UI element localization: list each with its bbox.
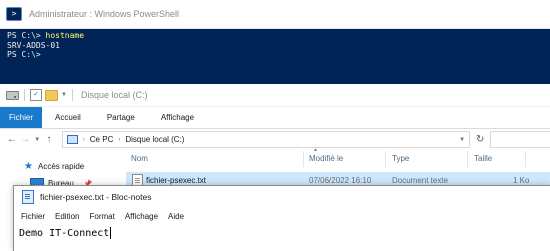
nav-item-label: Accès rapide <box>38 162 85 171</box>
nav-item-quick-access[interactable]: ★ Accès rapide <box>24 158 93 175</box>
tab-affichage[interactable]: Affichage <box>148 107 207 128</box>
toolbar-divider <box>71 89 73 101</box>
star-icon: ★ <box>24 161 33 172</box>
console-command: hostname <box>45 31 85 40</box>
new-folder-icon[interactable] <box>45 89 58 101</box>
notepad-text-area[interactable]: Demo IT-Connect <box>14 225 550 239</box>
drive-icon <box>6 90 19 100</box>
console-line: SRV-ADDS-01 <box>7 40 60 50</box>
notepad-content: Demo IT-Connect <box>19 227 110 239</box>
file-type: Document texte <box>392 176 449 185</box>
computer-icon <box>66 135 78 144</box>
refresh-icon[interactable]: ↻ <box>476 134 484 145</box>
address-bar[interactable]: › Ce PC › Disque local (C:) ▼ <box>61 131 471 148</box>
sort-caret-icon: ▲ <box>313 147 318 153</box>
notepad-titlebar[interactable]: fichier-psexec.txt - Bloc-notes <box>14 186 550 208</box>
ribbon-tabs: Fichier Accueil Partage Affichage <box>0 107 550 129</box>
chevron-down-icon[interactable]: ▼ <box>459 137 465 143</box>
menu-affichage[interactable]: Affichage <box>120 212 163 221</box>
console-line: PS C:\> <box>7 50 41 59</box>
explorer-titlebar[interactable]: ✓ ▼ Disque local (C:) <box>0 84 550 107</box>
chevron-right-icon[interactable]: › <box>83 137 85 143</box>
powershell-title: Administrateur : Windows PowerShell <box>29 9 180 19</box>
file-name: fichier-psexec.txt <box>146 176 207 185</box>
notepad-icon <box>22 190 34 204</box>
column-header-type[interactable]: Type <box>392 154 409 163</box>
text-cursor <box>110 227 112 239</box>
powershell-window[interactable]: > Administrateur : Windows PowerShell PS… <box>0 0 550 84</box>
column-divider[interactable] <box>303 151 304 167</box>
notepad-window[interactable]: fichier-psexec.txt - Bloc-notes Fichier … <box>13 185 550 251</box>
powershell-icon: > <box>6 7 22 21</box>
column-header-name[interactable]: Nom <box>131 154 148 163</box>
toolbar-divider <box>24 89 25 101</box>
menu-format[interactable]: Format <box>84 212 119 221</box>
navigation-bar: ← → ▼ ↑ › Ce PC › Disque local (C:) ▼ ↻ <box>0 129 550 150</box>
back-arrow-icon[interactable]: ← <box>5 134 19 145</box>
tab-fichier[interactable]: Fichier <box>0 107 43 128</box>
breadcrumb-local-disk[interactable]: Disque local (C:) <box>125 135 184 144</box>
chevron-right-icon[interactable]: › <box>118 137 120 143</box>
notepad-menubar: Fichier Edition Format Affichage Aide <box>14 208 550 225</box>
column-headers: ▲ Nom Modifié le Type Taille <box>125 147 550 167</box>
customize-toolbar-icon[interactable]: ▼ <box>61 92 67 98</box>
properties-icon[interactable]: ✓ <box>30 89 42 101</box>
column-header-modified[interactable]: Modifié le <box>309 154 343 163</box>
up-arrow-icon[interactable]: ↑ <box>42 134 56 145</box>
powershell-titlebar[interactable]: > Administrateur : Windows PowerShell <box>0 0 550 29</box>
forward-arrow-icon[interactable]: → <box>19 134 33 145</box>
recent-locations-icon[interactable]: ▼ <box>32 137 42 143</box>
quick-access-toolbar: ✓ ▼ <box>6 89 75 101</box>
tab-partage[interactable]: Partage <box>94 107 148 128</box>
column-header-size[interactable]: Taille <box>474 154 492 163</box>
console-line: PS C:\> hostname <box>7 31 85 40</box>
column-divider[interactable] <box>467 151 468 167</box>
tab-accueil[interactable]: Accueil <box>42 107 94 128</box>
explorer-title: Disque local (C:) <box>80 90 148 100</box>
file-modified: 07/06/2022 16:10 <box>309 176 372 185</box>
notepad-title: fichier-psexec.txt - Bloc-notes <box>40 192 152 202</box>
column-divider[interactable] <box>525 151 526 167</box>
menu-fichier[interactable]: Fichier <box>16 212 50 221</box>
search-input[interactable] <box>490 131 550 148</box>
column-divider[interactable] <box>385 151 386 167</box>
menu-edition[interactable]: Edition <box>50 212 84 221</box>
breadcrumb-this-pc[interactable]: Ce PC <box>90 135 114 144</box>
powershell-console[interactable]: PS C:\> hostname SRV-ADDS-01 PS C:\> <box>0 29 550 60</box>
file-size: 1 Ko <box>513 176 530 185</box>
menu-aide[interactable]: Aide <box>163 212 189 221</box>
